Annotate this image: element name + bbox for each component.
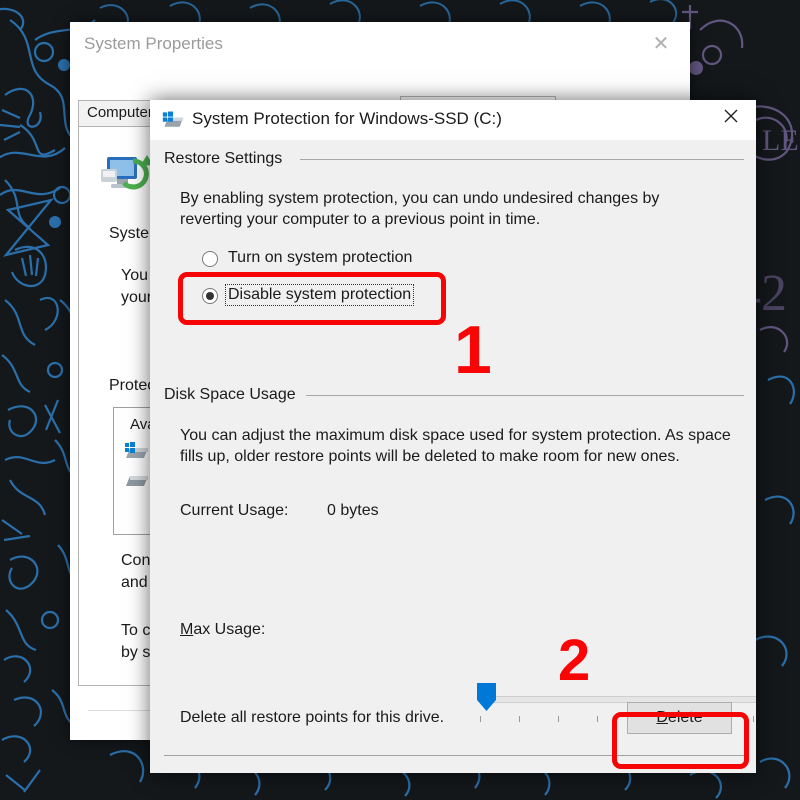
restore-settings-description-line2: reverting your computer to a previous po… <box>180 211 541 228</box>
max-usage-rest: ax Usage: <box>193 621 266 638</box>
restore-settings-description-line1: By enabling system protection, you can u… <box>180 190 660 207</box>
system-properties-title: System Properties <box>84 34 223 53</box>
system-protection-dialog[interactable]: System Protection for Windows-SSD (C:) R… <box>150 100 756 773</box>
dialog-body: Restore Settings By enabling system prot… <box>150 140 756 773</box>
disk-space-usage-rule <box>306 395 744 396</box>
system-properties-titlebar: System Properties ✕ <box>70 22 690 68</box>
windows-drive-icon <box>162 111 184 127</box>
disk-space-usage-header: Disk Space Usage <box>164 386 296 403</box>
dialog-title: System Protection for Windows-SSD (C:) <box>192 109 502 128</box>
restore-settings-header: Restore Settings <box>164 150 283 167</box>
delete-restore-points-text: Delete all restore points for this drive… <box>180 709 445 726</box>
disk-space-description-line1: You can adjust the maximum disk space us… <box>180 427 731 444</box>
max-usage-label: Max Usage: <box>180 619 265 640</box>
disk-space-description-line2: fills up, older restore points will be d… <box>180 448 680 465</box>
radio-label-disable[interactable]: Disable system protection <box>224 284 415 306</box>
dialog-titlebar: System Protection for Windows-SSD (C:) <box>150 100 756 140</box>
delete-rest: elete <box>667 709 703 726</box>
delete-button[interactable]: Delete <box>627 702 732 734</box>
desktop-background: LE 42 System Properties ✕ Computer Name … <box>0 0 800 800</box>
current-usage-label: Current Usage: <box>180 502 289 519</box>
radio-label-turn-on[interactable]: Turn on system protection <box>226 248 414 268</box>
max-usage-slider-thumb[interactable] <box>477 683 496 711</box>
radio-mark-disable[interactable] <box>202 288 218 304</box>
drive-icon <box>126 476 148 486</box>
current-usage-value: 0 bytes <box>327 502 379 519</box>
radio-mark-turn-on[interactable] <box>202 251 218 267</box>
delete-accel: D <box>656 709 668 726</box>
windows-drive-icon <box>125 442 148 458</box>
svg-text:LE: LE <box>762 124 799 157</box>
max-usage-accel: M <box>180 621 194 638</box>
footer-separator <box>164 755 744 756</box>
close-icon[interactable] <box>716 106 746 134</box>
close-icon[interactable]: ✕ <box>650 34 672 56</box>
restore-settings-rule <box>300 159 744 160</box>
